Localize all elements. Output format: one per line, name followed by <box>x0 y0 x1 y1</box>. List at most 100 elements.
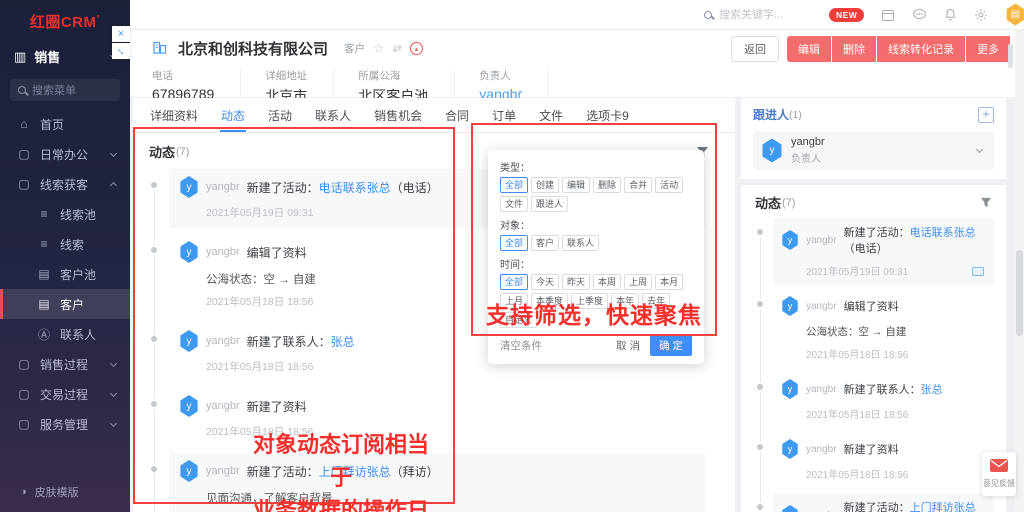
timeline-item: y yangbr 新建了活动：上门拜访张总（拜访） 见面沟通，了解客户背景 来自… <box>773 493 994 512</box>
filter-chip[interactable]: 今天 <box>531 274 559 290</box>
scrollbar-thumb[interactable] <box>1016 250 1023 336</box>
sidebar-nav-item[interactable]: Ⓐ 联系人 <box>0 319 130 349</box>
clear-conditions-button[interactable]: 清空条件 <box>500 338 542 353</box>
filter-chip[interactable]: 联系人 <box>562 235 599 251</box>
calendar-icon[interactable] <box>881 8 895 22</box>
filter-chip[interactable]: 跟进人 <box>531 196 568 212</box>
add-follower-button[interactable]: + <box>978 107 994 123</box>
gear-icon[interactable] <box>974 8 988 22</box>
sidebar-nav-item[interactable]: ▢ 交易过程 <box>0 379 130 409</box>
type-chips: 全部 创建 编辑 删除 合并 活动 文件 跟进人 <box>500 177 692 212</box>
highsea-icon[interactable]: ▴ <box>410 42 423 55</box>
sidebar-item-label: 线索池 <box>60 206 96 223</box>
tab[interactable]: 订单 <box>491 104 517 132</box>
sidebar-nav-item[interactable]: ⌂ 首页 <box>0 109 130 139</box>
tab[interactable]: 文件 <box>538 104 564 132</box>
filter-chip[interactable]: 文件 <box>500 196 528 212</box>
workspace-switcher[interactable]: ▥ 销售 <box>0 40 130 73</box>
sidebar-nav-item[interactable]: ▢ 销售过程 <box>0 349 130 379</box>
chevron-icon <box>110 389 117 396</box>
filter-chip[interactable]: 本周 <box>593 274 621 290</box>
sidebar-search-input[interactable]: 搜索菜单 <box>10 79 120 101</box>
action-button[interactable]: 删除 <box>832 36 876 62</box>
filter-chip[interactable]: 合并 <box>624 177 652 193</box>
close-icon[interactable]: × <box>112 26 130 42</box>
tab[interactable]: 销售机会 <box>373 104 423 132</box>
avatar: y <box>781 379 799 399</box>
timeline-user: yangbr <box>806 444 837 455</box>
bell-icon[interactable] <box>944 8 957 22</box>
avatar: y <box>179 176 199 198</box>
sidebar-item-label: 服务管理 <box>40 416 88 433</box>
filter-chip[interactable]: 上季度 <box>571 293 608 309</box>
filter-chip[interactable]: 去年 <box>642 293 670 309</box>
filter-chip[interactable]: 昨天 <box>562 274 590 290</box>
sidebar-nav-item[interactable]: ▤ 客户池 <box>0 259 130 289</box>
avatar[interactable]: ▤ <box>1005 4 1024 26</box>
tab[interactable]: 活动 <box>267 104 293 132</box>
filter-chip[interactable]: 全部 <box>500 274 528 290</box>
star-icon[interactable]: ☆ <box>373 41 385 57</box>
sidebar-nav-item[interactable]: ▢ 日常办公 <box>0 139 130 169</box>
search-icon <box>704 11 712 19</box>
filter-chip[interactable]: 创建 <box>531 177 559 193</box>
confirm-button[interactable]: 确 定 <box>650 335 692 356</box>
timeline-link[interactable]: 电话联系张总 <box>319 181 391 195</box>
feedback-button[interactable]: 意见反馈 <box>982 452 1016 496</box>
timeline-link[interactable]: 张总 <box>921 384 943 396</box>
filter-chip[interactable]: 上月 <box>500 293 528 309</box>
sidebar-item-label: 客户 <box>60 296 84 313</box>
filter-chip[interactable]: 本季度 <box>531 293 568 309</box>
filter-chip[interactable]: 本月 <box>655 274 683 290</box>
sidebar-nav-item[interactable]: ▤ 客户 <box>0 289 130 319</box>
global-search[interactable] <box>704 9 829 21</box>
global-search-input[interactable] <box>719 9 829 21</box>
sidebar-nav-item[interactable]: ▢ 服务管理 <box>0 409 130 439</box>
timeline-link[interactable]: 电话联系张总 <box>910 227 976 239</box>
avatar: y <box>781 439 799 459</box>
sidebar-item-label: 联系人 <box>60 326 96 343</box>
filter-chip[interactable]: 全部 <box>500 235 528 251</box>
follower-name: yangbr <box>791 136 825 148</box>
window-scrollbar[interactable] <box>1015 30 1024 512</box>
back-button[interactable]: 返回 <box>731 36 779 62</box>
filter-chip[interactable]: 本年 <box>611 293 639 309</box>
timeline-link[interactable]: 上门拜访张总 <box>910 502 976 512</box>
filter-funnel-icon[interactable] <box>980 197 992 208</box>
transfer-icon[interactable]: ⇄ <box>393 42 402 55</box>
action-button[interactable]: 线索转化记录 <box>877 36 965 62</box>
tab[interactable]: 动态 <box>220 104 246 132</box>
action-button[interactable]: 编辑 <box>787 36 831 62</box>
filter-chip[interactable]: 自定义 <box>500 312 537 328</box>
time-chips: 全部 今天 昨天 本周 上周 本月 上月 本季度 上季度 本年 去年 <box>500 274 692 328</box>
right-feed-count: (7) <box>782 197 795 209</box>
org-icon: ▤ <box>37 297 51 311</box>
sidebar-nav-item[interactable]: ▢ 线索获客 <box>0 169 130 199</box>
cancel-button[interactable]: 取 消 <box>616 338 640 353</box>
timeline-link[interactable]: 张总 <box>331 335 355 349</box>
tab[interactable]: 合同 <box>444 104 470 132</box>
filter-chip[interactable]: 删除 <box>593 177 621 193</box>
panel-scrollbar-thumb[interactable] <box>1008 44 1013 68</box>
brand-logo: 红圈CRM° <box>0 0 130 40</box>
comment-icon[interactable] <box>972 267 984 276</box>
timeline-dot <box>151 247 157 253</box>
chat-icon[interactable] <box>912 8 927 21</box>
follower-row[interactable]: y yangbr 负责人 <box>753 131 994 170</box>
filter-chip[interactable]: 活动 <box>655 177 683 193</box>
filter-chip[interactable]: 编辑 <box>562 177 590 193</box>
filter-chip[interactable]: 上周 <box>624 274 652 290</box>
timeline-link[interactable]: 上门拜访张总 <box>319 465 391 479</box>
resize-icon[interactable]: ↔ <box>112 43 130 59</box>
tab[interactable]: 联系人 <box>314 104 352 132</box>
action-button[interactable]: 更多 <box>966 36 1010 62</box>
tab[interactable]: 详细资料 <box>149 104 199 132</box>
sidebar-nav-item[interactable]: ≡ 线索池 <box>0 199 130 229</box>
chevron-icon <box>110 419 117 426</box>
filter-chip[interactable]: 客户 <box>531 235 559 251</box>
skin-template-button[interactable]: ◑ 皮肤模版 <box>0 484 130 500</box>
sidebar-nav-item[interactable]: ≡ 线索 <box>0 229 130 259</box>
tab[interactable]: 选项卡9 <box>585 104 630 132</box>
filter-chip[interactable]: 全部 <box>500 177 528 193</box>
followers-count: (1) <box>789 109 802 121</box>
